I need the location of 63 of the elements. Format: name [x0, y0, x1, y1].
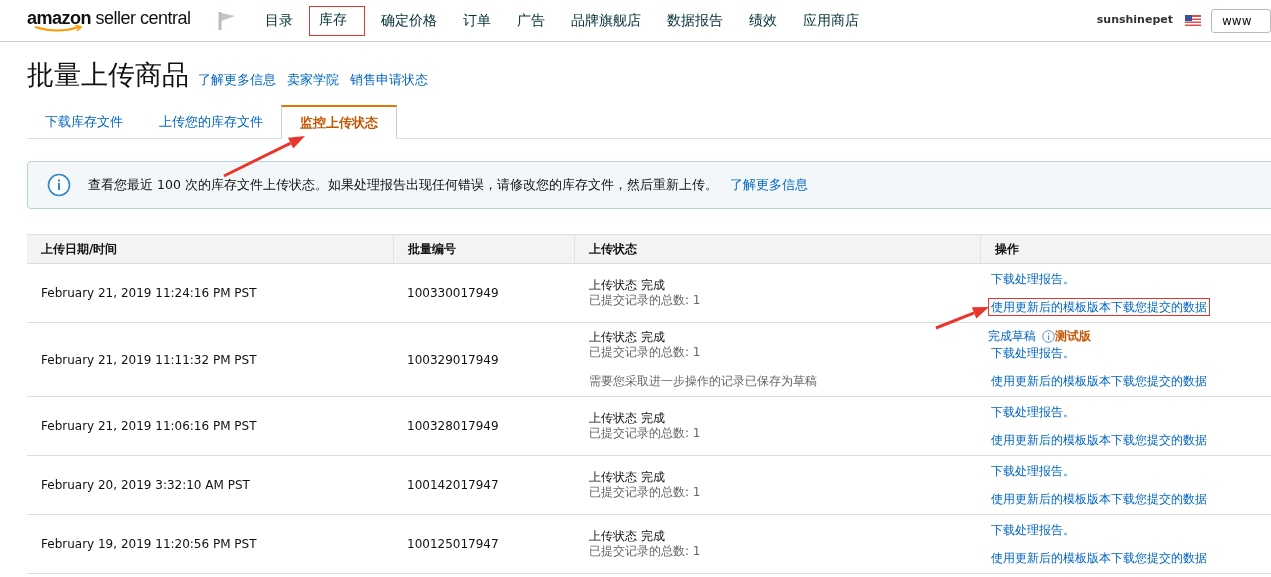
status-text: 上传状态 完成: [589, 529, 666, 544]
action-link[interactable]: 使用更新后的模板版本下载您提交的数据: [988, 431, 1210, 449]
column-header: 批量编号: [393, 235, 574, 263]
action-link[interactable]: 使用更新后的模板版本下载您提交的数据: [988, 298, 1210, 316]
page-title: 批量上传商品: [27, 58, 189, 92]
flag-icon[interactable]: [217, 10, 236, 31]
nav-item[interactable]: 品牌旗舰店: [560, 5, 651, 36]
record-count: 已提交记录的总数: 1: [589, 544, 702, 559]
learn-more-link[interactable]: 了解更多信息: [729, 175, 808, 195]
column-header: 操作: [980, 235, 1271, 263]
batch-cell-text: 100330017949: [406, 285, 500, 302]
help-link[interactable]: 了解更多信息: [198, 69, 276, 89]
column-header: 上传日期/时间: [40, 241, 119, 258]
info-text: 查看您最近 100 次的库存文件上传状态。如果处理报告出现任何错误，请修改您的库存文件，然后重新上传。: [88, 175, 718, 194]
tab[interactable]: 上传您的库存文件: [141, 105, 281, 138]
account-name[interactable]: sunshinepet: [1096, 12, 1173, 29]
status-text: 上传状态 完成: [589, 470, 666, 485]
nav-item[interactable]: 库存: [308, 5, 365, 36]
action-link[interactable]: 下载处理报告。: [988, 403, 1078, 421]
info-icon: [47, 173, 71, 197]
action-link[interactable]: 下载处理报告。: [988, 521, 1078, 539]
date-cell-text: February 21, 2019 11:06:16 PM PST: [40, 418, 258, 435]
nav-item[interactable]: 应用商店: [792, 5, 869, 36]
record-count: 已提交记录的总数: 1: [589, 345, 702, 360]
date-cell-text: February 21, 2019 11:11:32 PM PST: [40, 351, 258, 369]
column-header: 上传状态: [574, 235, 980, 263]
nav-item[interactable]: 数据报告: [656, 5, 733, 36]
logo[interactable]: amazon seller central: [27, 6, 191, 35]
beta-label: 测试版: [1055, 329, 1091, 344]
nav-item[interactable]: 目录: [254, 5, 303, 36]
record-count: 已提交记录的总数: 1: [589, 485, 702, 500]
batch-cell-text: 100125017947: [406, 536, 500, 553]
info-icon: [1042, 330, 1055, 343]
draft-link[interactable]: 完成草稿: [988, 329, 1036, 344]
tab[interactable]: 监控上传状态: [281, 105, 397, 139]
action-link[interactable]: 使用更新后的模板版本下载您提交的数据: [988, 549, 1210, 567]
record-count: 已提交记录的总数: 1: [589, 293, 702, 308]
date-cell-text: February 19, 2019 11:20:56 PM PST: [40, 536, 258, 553]
nav-item[interactable]: 订单: [452, 5, 501, 36]
search-field[interactable]: www: [1211, 8, 1271, 33]
status-text: 上传状态 完成: [589, 330, 666, 345]
nav-item[interactable]: 确定价格: [370, 5, 447, 36]
status-text: 上传状态 完成: [589, 278, 666, 293]
batch-cell-text: 100328017949: [406, 418, 500, 435]
action-link[interactable]: 使用更新后的模板版本下载您提交的数据: [988, 490, 1210, 508]
action-link[interactable]: 下载处理报告。: [988, 462, 1078, 480]
action-link[interactable]: 下载处理报告。: [988, 270, 1078, 288]
date-cell-text: February 21, 2019 11:24:16 PM PST: [40, 285, 258, 302]
record-count: 已提交记录的总数: 1: [589, 426, 702, 441]
action-link[interactable]: 使用更新后的模板版本下载您提交的数据: [988, 372, 1210, 390]
help-link[interactable]: 销售申请状态: [350, 69, 428, 89]
nav-item[interactable]: 广告: [506, 5, 555, 36]
batch-cell-text: 100142017947: [406, 477, 500, 494]
action-link[interactable]: 下载处理报告。: [988, 344, 1078, 362]
status-text: 上传状态 完成: [589, 411, 666, 426]
annotation-arrow: [935, 307, 989, 330]
us-flag-icon: [1185, 15, 1201, 26]
help-link[interactable]: 卖家学院: [287, 69, 339, 89]
batch-cell-text: 100329017949: [406, 351, 500, 369]
date-cell-text: February 20, 2019 3:32:10 AM PST: [40, 477, 251, 494]
nav-item[interactable]: 绩效: [738, 5, 787, 36]
draft-note: 需要您采取进一步操作的记录已保存为草稿: [589, 374, 818, 389]
tab[interactable]: 下载库存文件: [27, 105, 141, 138]
